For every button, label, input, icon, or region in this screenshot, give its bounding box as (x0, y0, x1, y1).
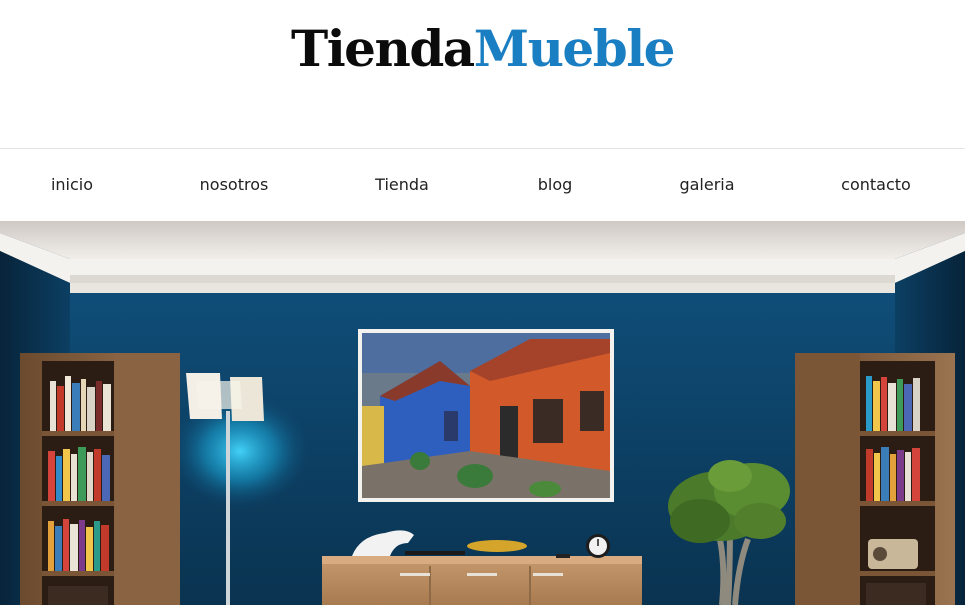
nav-link-tienda[interactable]: Tienda (375, 149, 429, 221)
dresser (322, 556, 642, 605)
main-navigation: inicio nosotros Tienda blog galeria cont… (0, 148, 965, 221)
logo-text-primary: Tienda (290, 19, 475, 78)
wall-painting (358, 329, 614, 502)
nav-link-blog[interactable]: blog (538, 149, 573, 221)
site-logo[interactable]: TiendaMueble (0, 18, 965, 80)
site-header: TiendaMueble (0, 0, 965, 148)
nav-link-contacto[interactable]: contacto (841, 149, 911, 221)
right-bookshelf (795, 353, 955, 605)
nav-link-inicio[interactable]: inicio (51, 149, 93, 221)
nav-link-nosotros[interactable]: nosotros (200, 149, 269, 221)
hero-living-room-illustration (0, 221, 965, 605)
left-bookshelf (20, 353, 180, 605)
hero-image (0, 221, 965, 605)
logo-text-accent: Mueble (473, 19, 676, 78)
nav-link-galeria[interactable]: galeria (679, 149, 734, 221)
